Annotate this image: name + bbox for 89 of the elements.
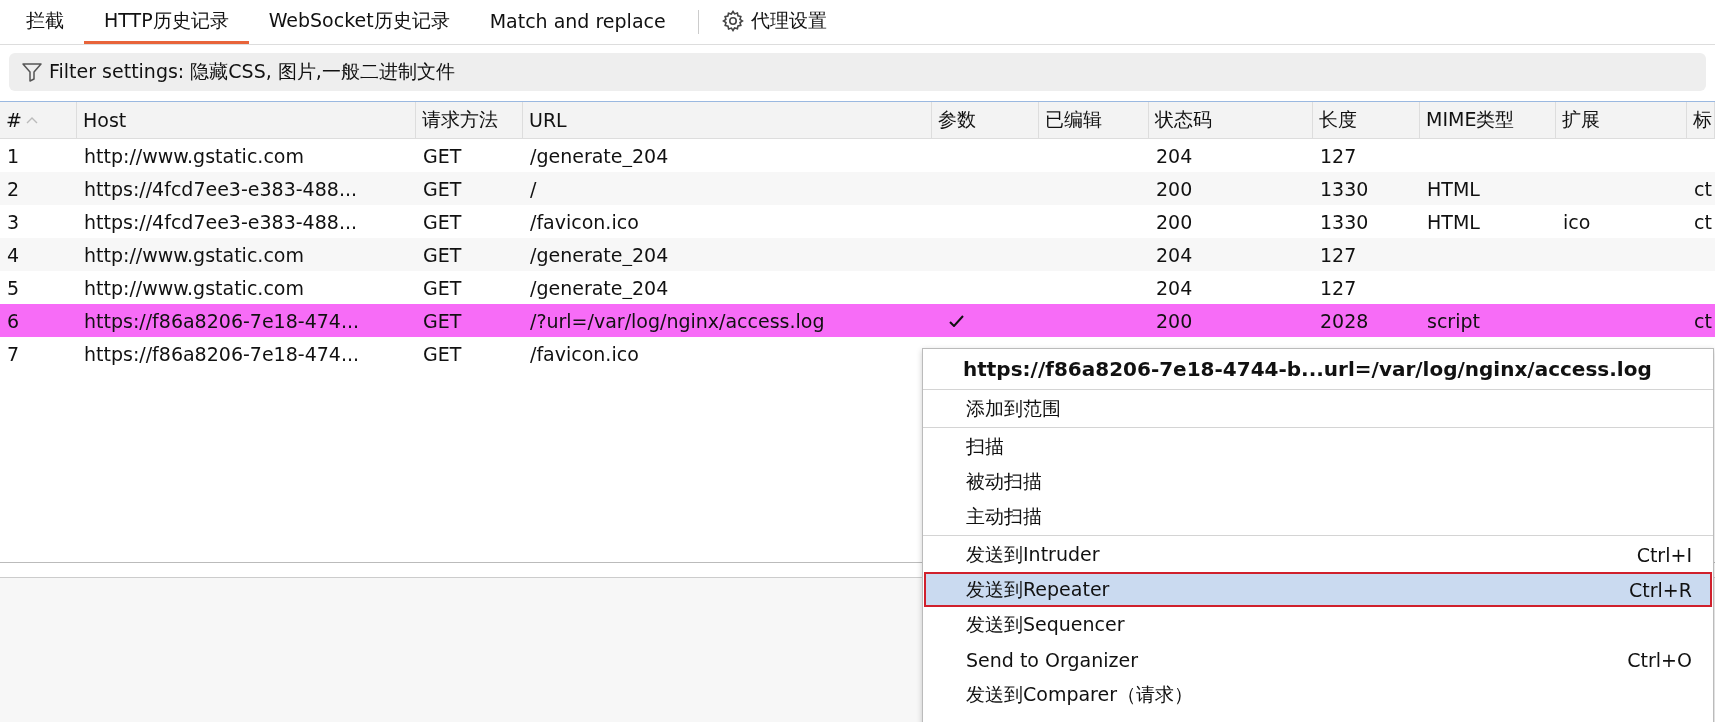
menu-item-label: 发送到Comparer（请求） [966, 681, 1193, 707]
table-cell: 200 [1156, 178, 1193, 200]
shortcut-label: Ctrl+I [1636, 543, 1692, 566]
proxy-settings-tab[interactable]: 代理设置 [710, 0, 837, 44]
tab[interactable]: 拦截 [6, 0, 84, 44]
menu-item-label: 发送到Sequencer [966, 611, 1125, 637]
table-cell: 200 [1156, 310, 1193, 332]
shortcut-label: Ctrl+R [1629, 578, 1692, 601]
shortcut-label: Ctrl+O [1627, 648, 1692, 671]
menu-item[interactable]: 扫描 [924, 429, 1712, 464]
table-cell: 4 [7, 244, 20, 266]
column-header[interactable]: Host [77, 102, 416, 138]
table-cell: https://4fcd7ee3-e383-488... [84, 211, 357, 233]
table-cell: ico [1563, 211, 1591, 233]
table-cell: /favicon.ico [530, 211, 639, 233]
column-header[interactable]: 状态码 [1149, 102, 1313, 138]
table-cell: 7 [7, 343, 20, 365]
table-cell: 1 [7, 145, 20, 167]
table-cell: 3 [7, 211, 20, 233]
tab[interactable]: WebSocket历史记录 [248, 0, 470, 44]
table-cell: 204 [1156, 244, 1193, 266]
menu-item-label: 发送到Repeater [966, 576, 1110, 602]
table-cell: GET [423, 145, 462, 167]
table-cell: https://f86a8206-7e18-474... [84, 343, 360, 365]
menu-item[interactable]: 主动扫描 [924, 499, 1712, 534]
settings-icon [720, 8, 745, 33]
menu-item-label: 被动扫描 [966, 468, 1042, 494]
table-cell: 127 [1320, 277, 1357, 299]
menu-item[interactable]: 发送到Sequencer [924, 607, 1712, 642]
menu-item-label: 扫描 [966, 433, 1004, 459]
filter-settings-bar[interactable]: Filter settings: 隐藏CSS, 图片,一般二进制文件 [9, 53, 1706, 91]
table-cell: 204 [1156, 277, 1193, 299]
filter-icon [21, 61, 43, 83]
table-cell: 1330 [1320, 178, 1369, 200]
column-header[interactable]: 长度 [1313, 102, 1420, 138]
table-cell: GET [423, 178, 462, 200]
table-cell: GET [423, 310, 462, 332]
table-cell: ct [1694, 178, 1712, 200]
table-cell: 2 [7, 178, 20, 200]
table-cell: ct [1694, 211, 1712, 233]
table-cell: HTML [1427, 211, 1480, 233]
table-cell: https://4fcd7ee3-e383-488... [84, 178, 357, 200]
table-cell: http://www.gstatic.com [84, 145, 304, 167]
table-cell: / [530, 178, 537, 200]
table-cell: ct [1694, 310, 1712, 332]
table-cell: GET [423, 343, 462, 365]
menu-item-label: 主动扫描 [966, 503, 1042, 529]
menu-item[interactable]: 发送到Repeater Ctrl+R [924, 572, 1712, 607]
column-header[interactable]: 请求方法 [416, 102, 523, 138]
menu-item[interactable]: 发送到Intruder Ctrl+I [924, 537, 1712, 572]
table-cell: 200 [1156, 211, 1193, 233]
menu-title: https://f86a8206-7e18-4744-b...url=/var/log/nginx/access.log [962, 356, 1653, 383]
column-header[interactable]: 标 [1687, 102, 1715, 138]
menu-item-label: 发送到Intruder [966, 541, 1100, 567]
table-cell: GET [423, 244, 462, 266]
table-cell: /generate_204 [530, 145, 669, 167]
column-header[interactable]: # [0, 102, 77, 138]
column-header[interactable]: 已编辑 [1039, 102, 1149, 138]
table-cell: 127 [1320, 244, 1357, 266]
column-header[interactable]: URL [523, 102, 932, 138]
table-cell: /generate_204 [530, 244, 669, 266]
tab[interactable]: Match and replace [469, 0, 686, 44]
menu-item[interactable]: Send to Organizer Ctrl+O [924, 642, 1712, 677]
table-cell: GET [423, 211, 462, 233]
table-cell: HTML [1427, 178, 1480, 200]
column-header[interactable]: 参数 [932, 102, 1039, 138]
column-header[interactable]: MIME类型 [1420, 102, 1556, 138]
table-cell: http://www.gstatic.com [84, 277, 304, 299]
tab[interactable]: HTTP历史记录 [84, 0, 249, 44]
table-cell: GET [423, 277, 462, 299]
menu-item[interactable]: 被动扫描 [924, 464, 1712, 499]
column-header[interactable]: 扩展 [1556, 102, 1687, 138]
table-cell: /?url=/var/log/nginx/access.log [530, 310, 825, 332]
table-cell: /favicon.ico [530, 343, 639, 365]
menu-item-label: Send to Organizer [966, 648, 1138, 671]
table-cell: 2028 [1320, 310, 1369, 332]
table-cell: /generate_204 [530, 277, 669, 299]
table-cell: script [1427, 310, 1480, 332]
menu-item[interactable]: 发送到Comparer（请求） [924, 677, 1712, 712]
table-cell: https://f86a8206-7e18-474... [84, 310, 360, 332]
menu-item[interactable]: 添加到范围 [924, 391, 1712, 426]
table-cell: 1330 [1320, 211, 1369, 233]
table-cell: 204 [1156, 145, 1193, 167]
table-cell: http://www.gstatic.com [84, 244, 304, 266]
table-cell: 6 [7, 310, 20, 332]
table-cell: 5 [7, 277, 20, 299]
highlighted-row[interactable]: 6 https://f86a8206-7e18-474... GET /?url=/var/log/nginx/access.log 200 2028 script ct [0, 304, 1715, 337]
table-cell: 127 [1320, 145, 1357, 167]
menu-item-label: 添加到范围 [966, 395, 1061, 421]
